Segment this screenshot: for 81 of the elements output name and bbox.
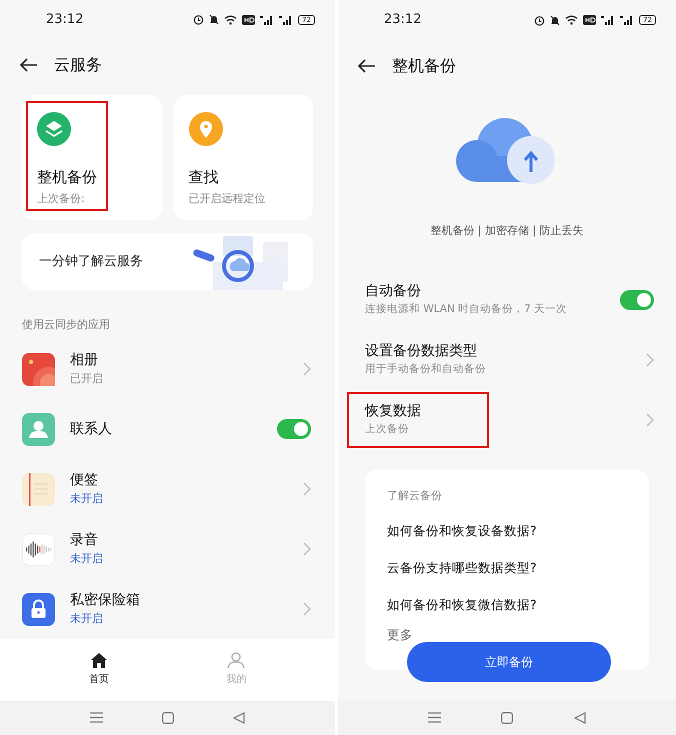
home-button-icon[interactable]	[501, 712, 514, 724]
card-title: 整机备份	[37, 166, 98, 188]
person-icon	[22, 412, 55, 446]
page-title: 整机备份	[392, 55, 456, 77]
help-link[interactable]: 如何备份和恢复微信数据?	[387, 596, 649, 614]
alarm-icon	[534, 14, 546, 26]
settings-row[interactable]: 设置备份数据类型 用于手动备份和自动备份	[338, 330, 676, 390]
app-row[interactable]: 私密保险箱 未开启	[0, 579, 335, 640]
app-name: 便签	[70, 471, 99, 490]
setting-subtitle: 上次备份	[365, 422, 410, 438]
signal-icon	[279, 14, 294, 25]
app-status: 未开启	[70, 611, 104, 628]
toggle-switch[interactable]	[277, 419, 311, 440]
setting-subtitle: 连接电源和 WLAN 时自动备份，7 天一次	[365, 302, 568, 318]
wifi-icon	[565, 15, 578, 25]
setting-title: 恢复数据	[365, 402, 422, 422]
chevron-icon	[646, 352, 654, 366]
app-row[interactable]: 相册 已开启	[0, 339, 335, 400]
app-status: 已开启	[70, 371, 104, 388]
app-status: 未开启	[70, 551, 104, 568]
toggle-switch[interactable]	[620, 290, 654, 310]
help-link[interactable]: 云备份支持哪些数据类型?	[387, 558, 649, 578]
card-subtitle: 上次备份:	[37, 191, 86, 208]
more-link[interactable]: 更多	[387, 626, 413, 645]
app-row[interactable]: 联系人	[0, 399, 335, 460]
card-title: 了解云备份	[387, 488, 443, 504]
hd-icon	[242, 14, 256, 25]
lock-icon	[22, 592, 55, 626]
waveform-icon	[22, 532, 55, 566]
location-pin-icon	[188, 112, 222, 146]
card-title: 查找	[188, 166, 220, 188]
chevron-icon	[303, 602, 311, 616]
setting-subtitle: 用于手动备份和自动备份	[365, 362, 487, 378]
person-icon	[227, 652, 246, 670]
app-name: 联系人	[70, 420, 113, 439]
home-button-icon[interactable]	[162, 712, 174, 724]
layers-icon	[37, 112, 71, 146]
card-subtitle: 已开启远程定位	[188, 191, 266, 208]
wifi-icon	[224, 14, 238, 25]
app-name: 录音	[70, 531, 99, 550]
back-icon[interactable]	[20, 58, 38, 72]
setting-title: 设置备份数据类型	[365, 342, 478, 362]
nav-tab[interactable]: 首页	[88, 652, 109, 688]
alarm-icon	[193, 14, 204, 26]
page-title: 云服务	[54, 54, 102, 76]
mute-icon	[209, 14, 220, 26]
mute-icon	[550, 14, 560, 26]
signal-icon	[601, 15, 616, 25]
chevron-icon	[303, 362, 311, 376]
app-name: 相册	[70, 351, 99, 370]
signal-icon	[260, 14, 274, 25]
signal-icon	[620, 15, 634, 25]
backup-now-button[interactable]: 立即备份	[407, 642, 611, 682]
section-label: 使用云同步的应用	[22, 316, 111, 333]
chevron-icon	[303, 542, 311, 556]
app-status: 未开启	[70, 491, 104, 508]
tagline: 整机备份 | 加密存储 | 防止丢失	[429, 223, 585, 239]
notepad-icon	[22, 472, 55, 506]
home-icon	[90, 652, 108, 670]
chevron-icon	[646, 412, 654, 426]
settings-row[interactable]: 恢复数据 上次备份	[338, 390, 676, 450]
gallery-icon	[22, 352, 55, 386]
setting-title: 自动备份	[365, 282, 422, 302]
settings-row[interactable]: 自动备份 连接电源和 WLAN 时自动备份，7 天一次	[338, 270, 676, 330]
banner-text: 一分钟了解云服务	[39, 252, 143, 271]
banner-card[interactable]: 一分钟了解云服务	[22, 232, 313, 290]
menu-icon[interactable]	[428, 712, 442, 723]
back-button-icon[interactable]	[574, 712, 586, 724]
status-time: 23:12	[46, 10, 84, 29]
status-time: 23:12	[384, 11, 422, 30]
app-row[interactable]: 录音 未开启	[0, 519, 335, 580]
hd-icon	[583, 15, 596, 25]
help-link[interactable]: 如何备份和恢复设备数据?	[387, 522, 649, 541]
service-card[interactable]: 查找 已开启远程定位	[174, 94, 313, 220]
back-button-icon[interactable]	[233, 712, 246, 724]
chevron-icon	[303, 482, 311, 496]
app-name: 私密保险箱	[70, 591, 141, 610]
menu-icon[interactable]	[90, 712, 103, 724]
service-card[interactable]: 整机备份 上次备份:	[22, 94, 162, 220]
app-row[interactable]: 便签 未开启	[0, 459, 335, 520]
back-icon[interactable]	[358, 59, 376, 73]
